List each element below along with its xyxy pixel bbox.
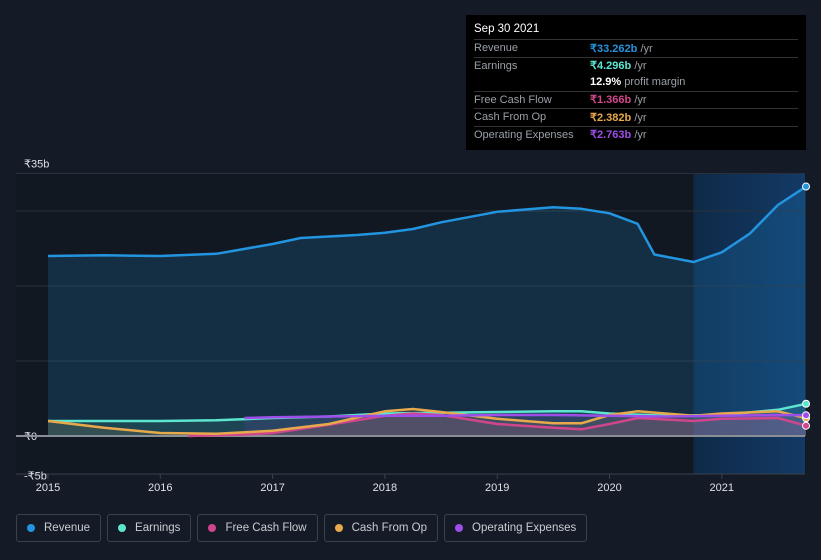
tooltip-unit: /yr (634, 60, 647, 73)
tooltip-label: Revenue (474, 42, 519, 55)
legend-item-free-cash-flow[interactable]: Free Cash Flow (197, 514, 318, 542)
x-tick-label: 2019 (485, 482, 509, 494)
series-end-point (802, 182, 811, 191)
legend-label: Revenue (44, 522, 91, 534)
x-tick-label: 2021 (710, 482, 734, 494)
series-end-point (802, 421, 811, 430)
x-tick-label: 2017 (260, 482, 284, 494)
legend-label: Cash From Op (351, 522, 428, 534)
tooltip-unit: /yr (634, 129, 647, 142)
tooltip-value: ₹33.262b (590, 42, 638, 55)
tooltip-value: ₹1.366b (590, 94, 632, 107)
legend-dot-icon (334, 524, 343, 532)
series-end-point (802, 399, 811, 408)
tooltip-unit: profit margin (624, 76, 686, 89)
tooltip-unit: /yr (634, 111, 647, 124)
tooltip-row: Free Cash Flow ₹1.366b /yr (474, 90, 798, 109)
tooltip-value: ₹2.763b (590, 129, 632, 142)
legend-label: Operating Expenses (472, 522, 577, 534)
tooltip: Sep 30 2021 Revenue ₹33.262b /yr Earnings ₹… (466, 15, 806, 150)
tooltip-value: ₹2.382b (590, 111, 632, 124)
legend-item-operating-expenses[interactable]: Operating Expenses (444, 514, 588, 542)
legend-dot-icon (118, 524, 127, 532)
tooltip-value: 12.9% (590, 76, 622, 89)
x-tick-label: 2018 (373, 482, 397, 494)
tooltip-unit: /yr (634, 94, 647, 107)
x-tick-label: 2020 (597, 482, 621, 494)
x-tick-label: 2016 (148, 482, 172, 494)
tooltip-label: Free Cash Flow (474, 93, 552, 106)
tooltip-unit: /yr (640, 42, 653, 55)
legend-dot-icon (27, 524, 35, 532)
legend-label: Earnings (135, 522, 181, 534)
legend-dot-icon (208, 524, 217, 532)
tooltip-row: Cash From Op ₹2.382b /yr (474, 108, 798, 126)
legend-item-earnings[interactable]: Earnings (107, 514, 192, 542)
tooltip-row: Revenue ₹33.262b /yr (474, 39, 798, 57)
tooltip-value: ₹4.296b (590, 60, 632, 73)
tooltip-label: Earnings (474, 59, 518, 72)
y-tick-label: -₹5b (24, 471, 47, 483)
y-tick-label: ₹35b (24, 159, 49, 171)
legend-item-revenue[interactable]: Revenue (16, 514, 102, 542)
tooltip-row: 12.9% profit margin (474, 74, 798, 91)
legend-dot-icon (455, 524, 464, 532)
x-tick-label: 2015 (36, 482, 60, 494)
tooltip-date: Sep 30 2021 (474, 23, 540, 35)
tooltip-label: Operating Expenses (474, 128, 574, 141)
legend: Revenue Earnings Free Cash Flow Cash From O… (16, 514, 588, 542)
legend-label: Free Cash Flow (225, 522, 307, 534)
tooltip-row: Earnings ₹4.296b /yr (474, 56, 798, 75)
tooltip-label: Cash From Op (474, 111, 547, 124)
legend-item-cash-from-op[interactable]: Cash From Op (323, 514, 439, 542)
series-end-point (802, 411, 811, 420)
tooltip-row: Operating Expenses ₹2.763b /yr (474, 125, 798, 144)
